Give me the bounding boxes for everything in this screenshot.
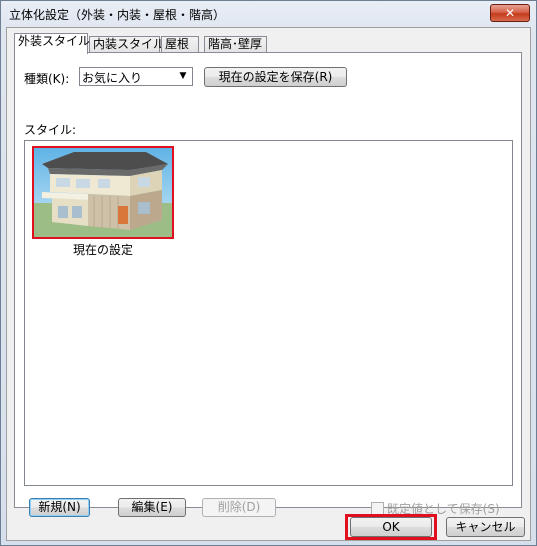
chevron-down-icon[interactable]: ▼ bbox=[176, 68, 190, 85]
new-button[interactable]: 新規(N) bbox=[29, 498, 90, 517]
type-select[interactable]: お気に入り ▼ bbox=[79, 67, 193, 86]
house-preview-image bbox=[34, 148, 172, 237]
window-title: 立体化設定（外装・内装・屋根・階高） bbox=[9, 8, 226, 22]
type-select-value: お気に入り bbox=[82, 71, 143, 85]
tab-interior-style[interactable]: 内装スタイル bbox=[89, 36, 165, 53]
ok-button-highlight bbox=[345, 514, 437, 540]
style-thumbnail-label: 現在の設定 bbox=[72, 243, 133, 257]
style-thumbnail-current[interactable] bbox=[32, 146, 174, 239]
style-list[interactable]: 現在の設定 bbox=[24, 140, 513, 486]
cancel-button[interactable]: キャンセル bbox=[446, 517, 525, 537]
exterior-style-panel: 種類(K): お気に入り ▼ 現在の設定を保存(R) スタイル: 現在の設定 新… bbox=[14, 52, 522, 517]
close-icon: ✕ bbox=[504, 6, 516, 20]
dialog-window: 立体化設定（外装・内装・屋根・階高） ✕ 外装スタイル 内装スタイル 屋根 階高… bbox=[0, 0, 537, 546]
style-label: スタイル: bbox=[24, 123, 77, 137]
edit-button[interactable]: 編集(E) bbox=[118, 498, 186, 517]
delete-button[interactable]: 削除(D) bbox=[202, 498, 276, 517]
tab-exterior-style[interactable]: 外装スタイル bbox=[14, 33, 90, 54]
tab-roof[interactable]: 屋根 bbox=[161, 36, 199, 53]
title-bar[interactable]: 立体化設定（外装・内装・屋根・階高） ✕ bbox=[1, 1, 536, 27]
tab-floor-height-wall[interactable]: 階高･壁厚 bbox=[204, 36, 267, 53]
dialog-client: 外装スタイル 内装スタイル 屋根 階高･壁厚 種類(K): お気に入り ▼ 現在… bbox=[6, 27, 531, 541]
save-current-settings-button[interactable]: 現在の設定を保存(R) bbox=[204, 67, 347, 87]
type-label: 種類(K): bbox=[24, 72, 70, 86]
close-button[interactable]: ✕ bbox=[490, 4, 530, 22]
